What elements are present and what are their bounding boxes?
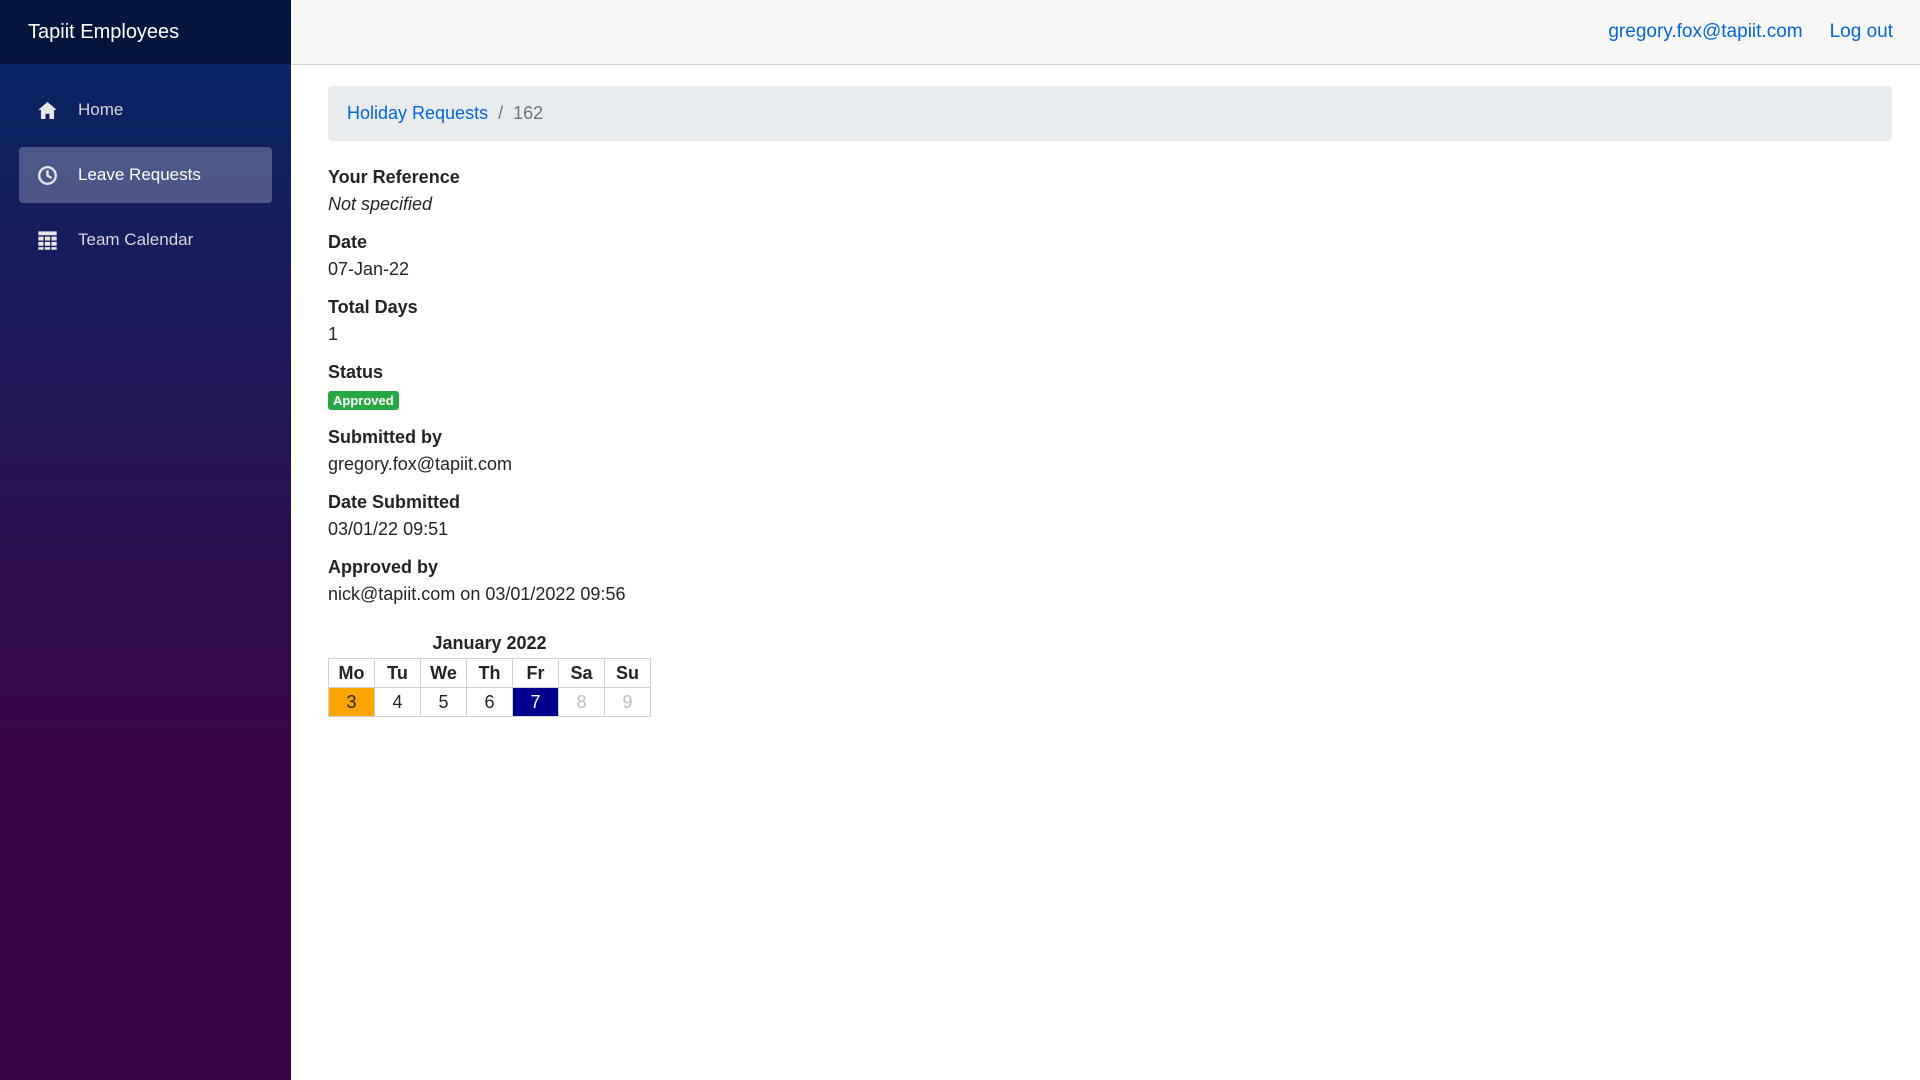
breadcrumb-holiday-requests[interactable]: Holiday Requests bbox=[347, 103, 488, 124]
calendar-day: 4 bbox=[374, 687, 421, 717]
calendar-icon bbox=[36, 229, 58, 251]
sidebar-item-home[interactable]: Home bbox=[19, 82, 272, 138]
top-bar: gregory.fox@tapiit.com Log out bbox=[291, 0, 1920, 65]
submitted-by-value: gregory.fox@tapiit.com bbox=[328, 454, 513, 474]
main-content: Holiday Requests / 162 Your Reference No… bbox=[328, 86, 1892, 717]
week-calendar: January 2022 Mo Tu We Th Fr Sa Su 3 4 5 … bbox=[328, 632, 651, 717]
sidebar-item-team-calendar[interactable]: Team Calendar bbox=[19, 212, 272, 268]
reference-value: Not specified bbox=[328, 194, 433, 214]
date-label: Date bbox=[328, 232, 368, 252]
weekday-header: Tu bbox=[374, 658, 421, 688]
approved-by-label: Approved by bbox=[328, 557, 439, 577]
approved-by-value: nick@tapiit.com on 03/01/2022 09:56 bbox=[328, 584, 626, 604]
calendar-day-selected: 7 bbox=[512, 687, 559, 717]
sidebar-item-label: Home bbox=[78, 100, 124, 119]
weekday-header: Sa bbox=[558, 658, 605, 688]
weekday-header: Th bbox=[466, 658, 513, 688]
breadcrumb-separator: / bbox=[498, 103, 504, 123]
status-label: Status bbox=[328, 362, 384, 382]
sidebar-item-home-wrapper: Home bbox=[0, 82, 291, 138]
logout-link[interactable]: Log out bbox=[1830, 21, 1893, 43]
calendar-day-weekend: 9 bbox=[604, 687, 651, 717]
submitted-by-label: Submitted by bbox=[328, 427, 443, 447]
sidebar-item-label: Leave Requests bbox=[78, 165, 201, 184]
calendar-day-weekend: 8 bbox=[558, 687, 605, 717]
breadcrumb-current: 162 bbox=[513, 103, 544, 123]
request-details: Your Reference Not specified Date 07-Jan… bbox=[328, 164, 1892, 608]
brand-link[interactable]: Tapiit Employees bbox=[28, 21, 179, 44]
user-email-link[interactable]: gregory.fox@tapiit.com bbox=[1608, 21, 1802, 43]
sidebar-nav: Home Leave Requests Team Calendar bbox=[0, 64, 291, 268]
breadcrumb: Holiday Requests / 162 bbox=[328, 86, 1892, 141]
sidebar: Tapiit Employees Home Leave Requests Tea… bbox=[0, 0, 291, 1080]
weekday-header: We bbox=[420, 658, 467, 688]
calendar-header-row: Mo Tu We Th Fr Sa Su bbox=[328, 658, 651, 688]
calendar-title: January 2022 bbox=[432, 633, 547, 653]
date-submitted-value: 03/01/22 09:51 bbox=[328, 519, 449, 539]
weekday-header: Mo bbox=[328, 658, 375, 688]
calendar-days-row: 3 4 5 6 7 8 9 bbox=[328, 687, 651, 717]
date-submitted-label: Date Submitted bbox=[328, 492, 461, 512]
calendar-day-week-start: 3 bbox=[328, 687, 375, 717]
total-days-value: 1 bbox=[328, 324, 339, 344]
brand-bar: Tapiit Employees bbox=[0, 0, 291, 64]
sidebar-item-label: Team Calendar bbox=[78, 230, 194, 249]
total-days-label: Total Days bbox=[328, 297, 418, 317]
sidebar-item-leave-requests-wrapper: Leave Requests bbox=[0, 147, 291, 203]
calendar-day: 5 bbox=[420, 687, 467, 717]
calendar-day: 6 bbox=[466, 687, 513, 717]
date-value: 07-Jan-22 bbox=[328, 259, 410, 279]
weekday-header: Su bbox=[604, 658, 651, 688]
weekday-header: Fr bbox=[512, 658, 559, 688]
status-value-wrapper: Approved bbox=[328, 386, 1892, 413]
sidebar-item-team-calendar-wrapper: Team Calendar bbox=[0, 212, 291, 268]
status-badge: Approved bbox=[328, 390, 399, 410]
home-icon bbox=[36, 99, 58, 121]
clock-icon bbox=[36, 164, 58, 186]
reference-label: Your Reference bbox=[328, 167, 460, 187]
sidebar-item-leave-requests[interactable]: Leave Requests bbox=[19, 147, 272, 203]
